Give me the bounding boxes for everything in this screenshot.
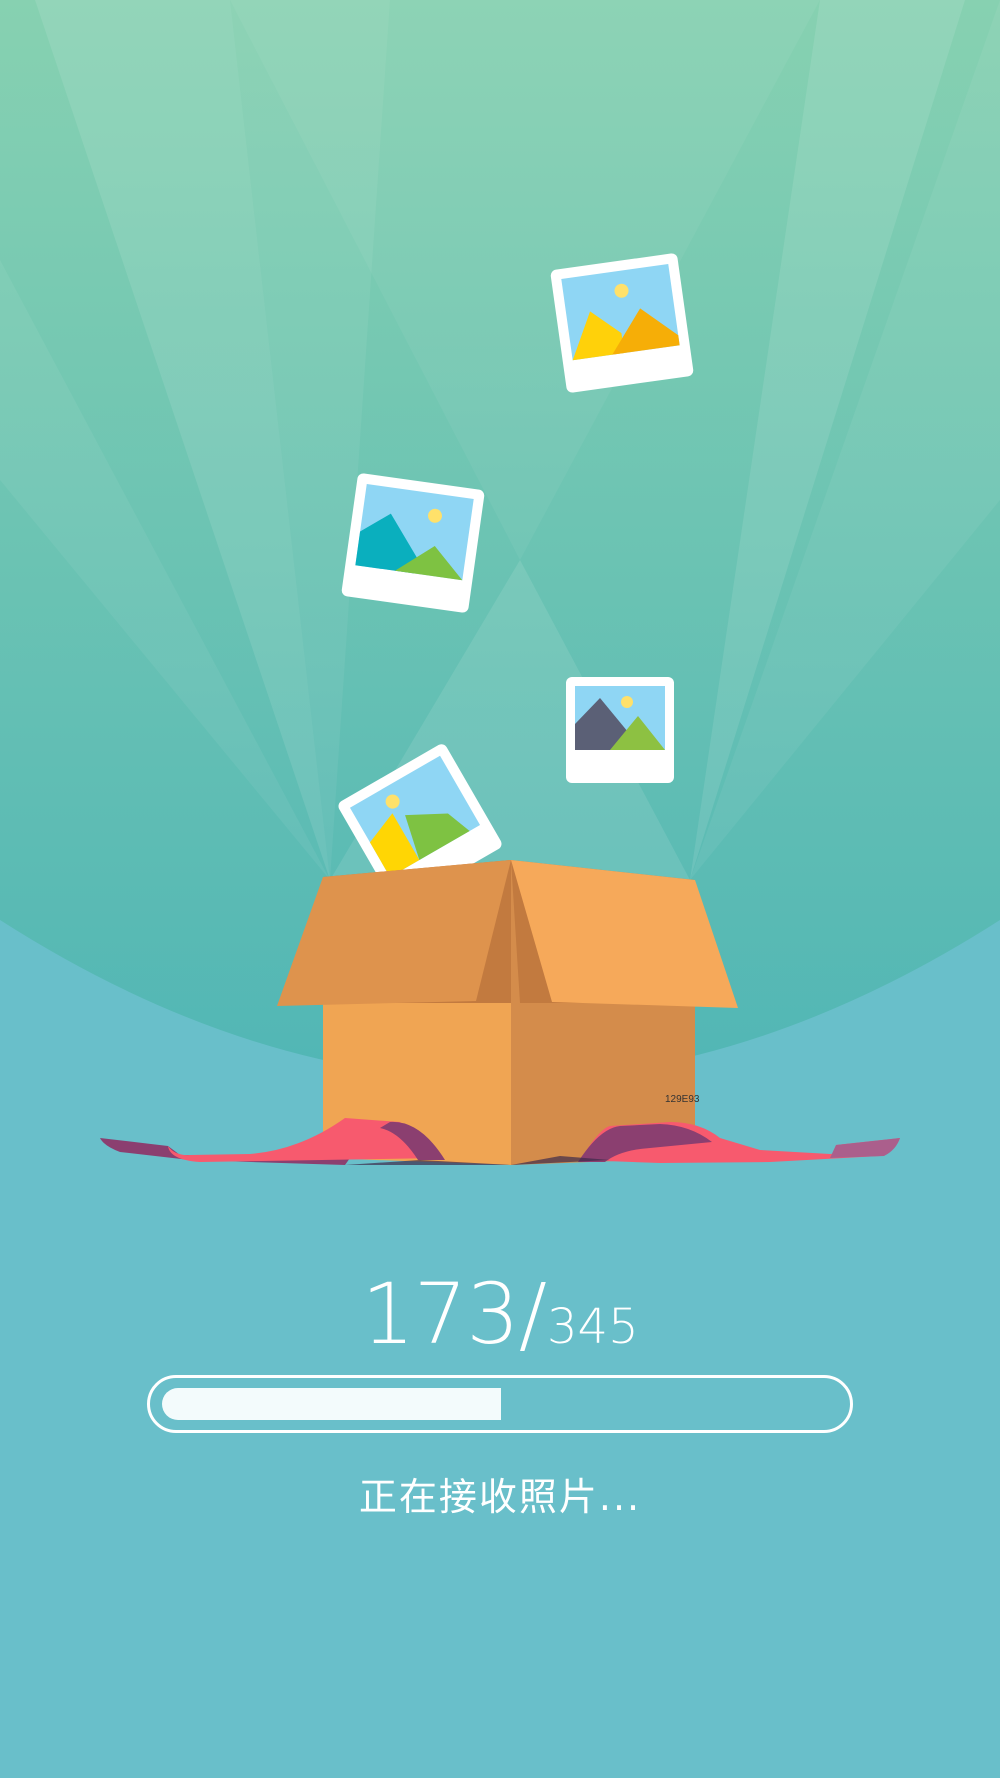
progress-counter: 173/345 [0,1272,1000,1356]
photo-icon-falling-right [566,677,674,783]
progress-bar-fill [162,1388,501,1420]
photo-icon-falling-top [550,253,694,393]
status-message: 正在接收照片... [358,1475,642,1519]
box-code-label: 129E93 [665,1094,700,1105]
photo-icon-falling-left [341,473,485,613]
total-count: 345 [547,1299,639,1355]
progress-bar [147,1375,853,1433]
count-separator: / [518,1265,548,1363]
received-count: 173 [361,1265,519,1363]
